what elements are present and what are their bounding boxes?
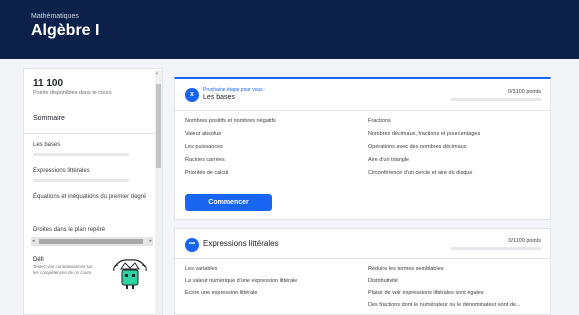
unit-title[interactable]: Les bases [203, 94, 235, 101]
lesson-link[interactable]: Les variables [185, 266, 368, 273]
lesson-link[interactable]: Valeur absolue [185, 131, 368, 138]
lesson-link[interactable]: La valeur numérique d'une expression lit… [185, 278, 368, 285]
course-header: Mathématiques Algèbre I [0, 0, 579, 59]
lesson-link[interactable]: Opérations avec des nombres décimaux [368, 144, 551, 151]
lesson-link[interactable]: Nombres décimaux, fractions et pourcenta… [368, 131, 551, 138]
sidebar-item-label: Expressions littérales [33, 168, 90, 174]
lesson-link[interactable]: Nombres positifs et nombres négatifs [185, 118, 368, 125]
subject-label[interactable]: Mathématiques [31, 13, 579, 20]
unit-points-bar [451, 247, 541, 250]
unit-card-expressions-litterales: ••• Expressions littérales 0/1100 points… [174, 228, 551, 315]
course-points: 11 100 Points disponibles dans le cours [24, 69, 162, 96]
divider [175, 258, 550, 259]
lesson-link[interactable]: Aire d'un triangle [368, 157, 551, 164]
x-icon: x [185, 88, 199, 102]
unit-title[interactable]: Expressions littérales [203, 239, 279, 248]
unit-points-bar [451, 98, 541, 101]
course-title: Algèbre I [31, 22, 100, 39]
scroll-left-icon[interactable]: ◂ [32, 238, 35, 244]
lesson-list: Nombres positifs et nombres négatifs Fra… [185, 118, 551, 177]
sidebar-vertical-scrollbar[interactable]: ▴ [155, 70, 162, 315]
lesson-link[interactable]: Des fractions dont le numérateur ou le d… [368, 302, 551, 309]
unit-points: 0/3100 points [507, 89, 541, 95]
lesson-list: Les variables Réduire les termes semblab… [185, 266, 551, 309]
lesson-link[interactable]: Plaisir de voir expressions littérales s… [368, 290, 551, 297]
sidebar-item-summary[interactable]: Sommaire [24, 103, 162, 134]
divider [175, 110, 550, 111]
sidebar-item-label: Droites dans le plan repéré [33, 227, 106, 233]
scrollbar-thumb[interactable] [39, 239, 143, 244]
course-challenge[interactable]: Défi Testez vos connaissances sur les co… [33, 257, 155, 289]
scroll-up-icon[interactable]: ▴ [156, 70, 158, 75]
lesson-link[interactable]: Écrire une expression littérale [185, 290, 368, 297]
sidebar-item-label: Les bases [33, 142, 61, 148]
dots-icon: ••• [185, 238, 199, 252]
course-sidebar: 11 100 Points disponibles dans le cours … [23, 68, 163, 315]
next-step-label: Prochaine étape pour vous : [203, 87, 266, 93]
lesson-link[interactable] [185, 302, 368, 309]
lesson-link[interactable]: Racines carrées [185, 157, 368, 164]
lesson-link[interactable]: Réduire les termes semblables [368, 266, 551, 273]
sidebar-item-label: Équations et inéquations du premier degr… [33, 194, 147, 200]
challenge-description: Testez vos connaissances sur les compéte… [33, 264, 93, 275]
sidebar-item-expressions-litterales[interactable]: Expressions littérales [24, 160, 162, 186]
challenge-robot-icon [113, 259, 147, 289]
lesson-link[interactable]: Fractions [368, 118, 551, 125]
lesson-link[interactable]: Les puissances [185, 144, 368, 151]
horizontal-scrollbar[interactable]: ◂ ▸ [31, 237, 153, 246]
scroll-right-icon[interactable]: ▸ [149, 238, 152, 244]
points-label: Points disponibles dans le cours [33, 90, 112, 96]
sidebar-item-equations[interactable]: Équations et inéquations du premier degr… [24, 186, 162, 219]
lesson-link[interactable]: Distributivité [368, 278, 551, 285]
lesson-link[interactable]: Circonférence d'un cercle et aire du dis… [368, 170, 551, 177]
unit-points: 0/1100 points [508, 238, 541, 244]
unit-progress-bar [33, 153, 129, 156]
scrollbar-thumb[interactable] [156, 84, 161, 168]
sidebar-item-les-bases[interactable]: Les bases [24, 134, 162, 160]
unit-progress-bar [33, 179, 129, 182]
unit-card-les-bases: x Prochaine étape pour vous : Les bases … [174, 77, 551, 220]
start-button[interactable]: Commencer [185, 194, 272, 211]
points-value: 11 100 [33, 78, 64, 89]
lesson-link[interactable]: Priorités de calcul [185, 170, 368, 177]
